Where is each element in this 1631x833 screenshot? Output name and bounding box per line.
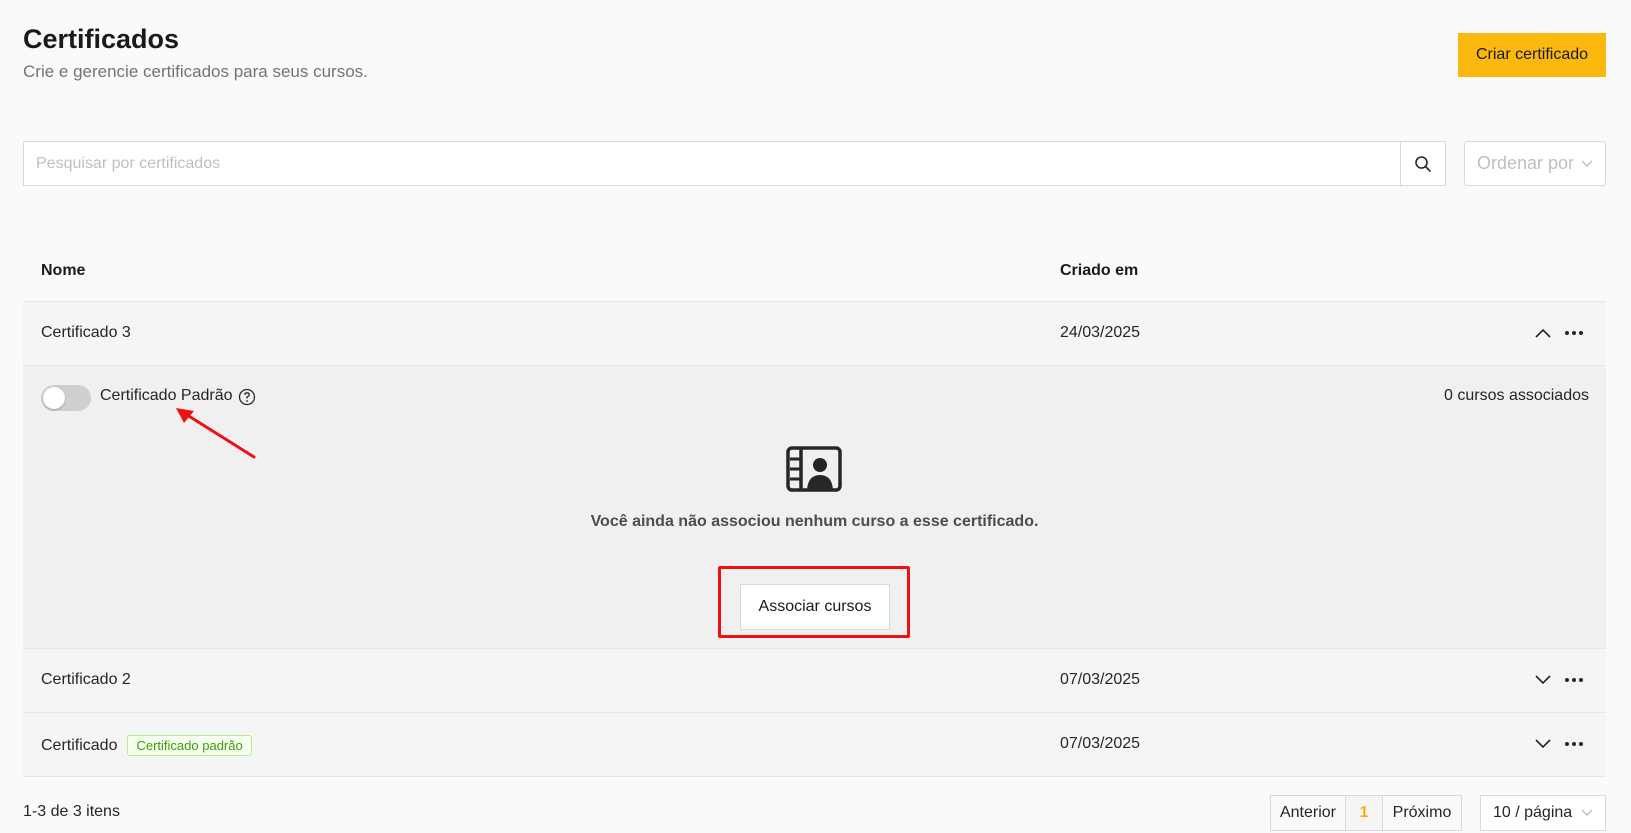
table-header: Nome Criado em xyxy=(23,236,1606,302)
more-actions-button[interactable] xyxy=(1563,669,1585,691)
more-horizontal-icon xyxy=(1565,742,1583,746)
page-size-select[interactable]: 10 / página xyxy=(1480,795,1606,831)
current-page-button[interactable]: 1 xyxy=(1345,795,1383,831)
created-date: 24/03/2025 xyxy=(1060,324,1141,341)
search-input[interactable] xyxy=(36,154,1400,173)
certificates-table: Nome Criado em Certificado 3 24/03/2025 … xyxy=(23,236,1606,777)
expanded-panel: Certificado Padrão 0 cursos associados V… xyxy=(23,366,1606,649)
chevron-up-icon xyxy=(1535,328,1551,338)
page-subtitle: Crie e gerencie certificados para seus c… xyxy=(23,62,368,81)
created-date: 07/03/2025 xyxy=(1060,735,1141,752)
expand-button[interactable] xyxy=(1532,733,1554,755)
table-row[interactable]: Certificado Certificado padrão 07/03/202… xyxy=(23,713,1606,777)
table-row[interactable]: Certificado 3 24/03/2025 xyxy=(23,302,1606,366)
more-actions-button[interactable] xyxy=(1563,322,1585,344)
more-horizontal-icon xyxy=(1565,331,1583,335)
sort-label: Ordenar por xyxy=(1477,153,1575,173)
expand-button[interactable] xyxy=(1532,669,1554,691)
chevron-down-icon xyxy=(1581,160,1593,167)
toggle-knob xyxy=(43,387,65,409)
certificate-portrait-icon xyxy=(786,446,842,492)
more-horizontal-icon xyxy=(1565,678,1583,682)
page-title: Certificados xyxy=(23,24,180,54)
certificate-name: Certificado xyxy=(41,736,118,754)
chevron-down-icon xyxy=(1581,809,1593,816)
certificate-name: Certificado 3 xyxy=(41,324,131,341)
search-icon xyxy=(1415,155,1431,172)
associated-courses-count: 0 cursos associados xyxy=(1444,387,1589,404)
previous-page-button[interactable]: Anterior xyxy=(1270,795,1346,831)
default-certificate-toggle[interactable] xyxy=(41,385,91,411)
help-icon[interactable] xyxy=(238,388,256,406)
search-box xyxy=(23,141,1401,186)
chevron-down-icon xyxy=(1535,675,1551,685)
pagination-info: 1-3 de 3 itens xyxy=(23,803,120,820)
default-certificate-badge: Certificado padrão xyxy=(127,735,252,756)
search-button[interactable] xyxy=(1400,141,1446,186)
collapse-button[interactable] xyxy=(1532,322,1554,344)
table-row[interactable]: Certificado 2 07/03/2025 xyxy=(23,649,1606,713)
empty-state-text: Você ainda não associou nenhum curso a e… xyxy=(590,513,1039,530)
column-created-header: Criado em xyxy=(1060,262,1139,279)
certificate-name: Certificado 2 xyxy=(41,671,131,688)
column-name-header: Nome xyxy=(41,262,86,279)
chevron-down-icon xyxy=(1535,739,1551,749)
created-date: 07/03/2025 xyxy=(1060,671,1141,688)
default-certificate-label: Certificado Padrão xyxy=(100,387,233,404)
more-actions-button[interactable] xyxy=(1563,733,1585,755)
associate-courses-button[interactable]: Associar cursos xyxy=(740,584,890,630)
next-page-button[interactable]: Próximo xyxy=(1382,795,1462,831)
sort-select[interactable]: Ordenar por xyxy=(1464,141,1606,186)
create-certificate-button[interactable]: Criar certificado xyxy=(1458,33,1606,77)
page-size-label: 10 / página xyxy=(1493,804,1573,821)
